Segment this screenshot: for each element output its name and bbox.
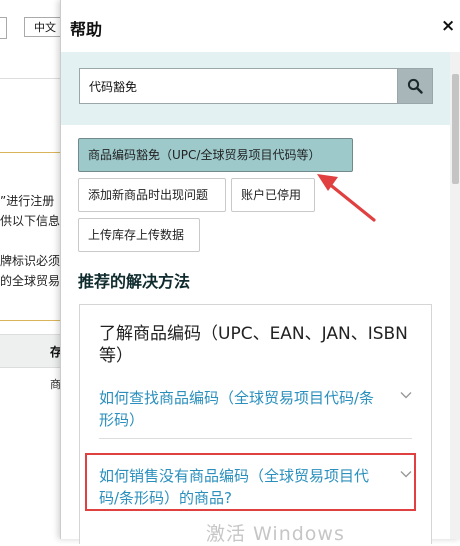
close-icon[interactable]: × (441, 16, 455, 36)
windows-activation-watermark: 激活 Windows (206, 523, 345, 545)
card-divider (99, 438, 412, 439)
scrollbar-thumb[interactable] (452, 74, 459, 184)
search-icon (407, 78, 423, 94)
search-area (61, 52, 460, 125)
card-title: 了解商品编码（UPC、EAN、JAN、ISBN 等） (99, 324, 408, 366)
search-input[interactable] (79, 68, 397, 104)
background-text: ”进行注册 (0, 194, 55, 208)
background-text: 牌标识必须 (0, 254, 60, 268)
topic-chip-add-product-issue[interactable]: 添加新商品时出现问题 (78, 178, 226, 212)
chevron-down-icon[interactable] (400, 389, 412, 401)
divider (0, 152, 60, 153)
help-link-find-upc[interactable]: 如何查找商品编码（全球贸易项目代码/条形码） (99, 387, 389, 431)
annotation-highlight-box (85, 453, 416, 511)
search-button[interactable] (397, 68, 433, 104)
language-select[interactable]: 中文 (24, 17, 64, 37)
help-panel-header: 帮助 × (61, 0, 460, 52)
background-text: 的全球贸易 (0, 274, 60, 288)
help-panel-title: 帮助 (70, 20, 103, 39)
background-table-header: 存 (0, 334, 62, 368)
section-heading: 推荐的解决方法 (78, 272, 191, 291)
divider (0, 78, 60, 79)
topic-chip-inventory-upload[interactable]: 上传库存上传数据 (78, 218, 200, 252)
background-text: 供以下信息 (0, 214, 60, 228)
background-input[interactable] (0, 17, 7, 39)
annotation-arrow (317, 174, 376, 222)
divider (0, 320, 60, 321)
